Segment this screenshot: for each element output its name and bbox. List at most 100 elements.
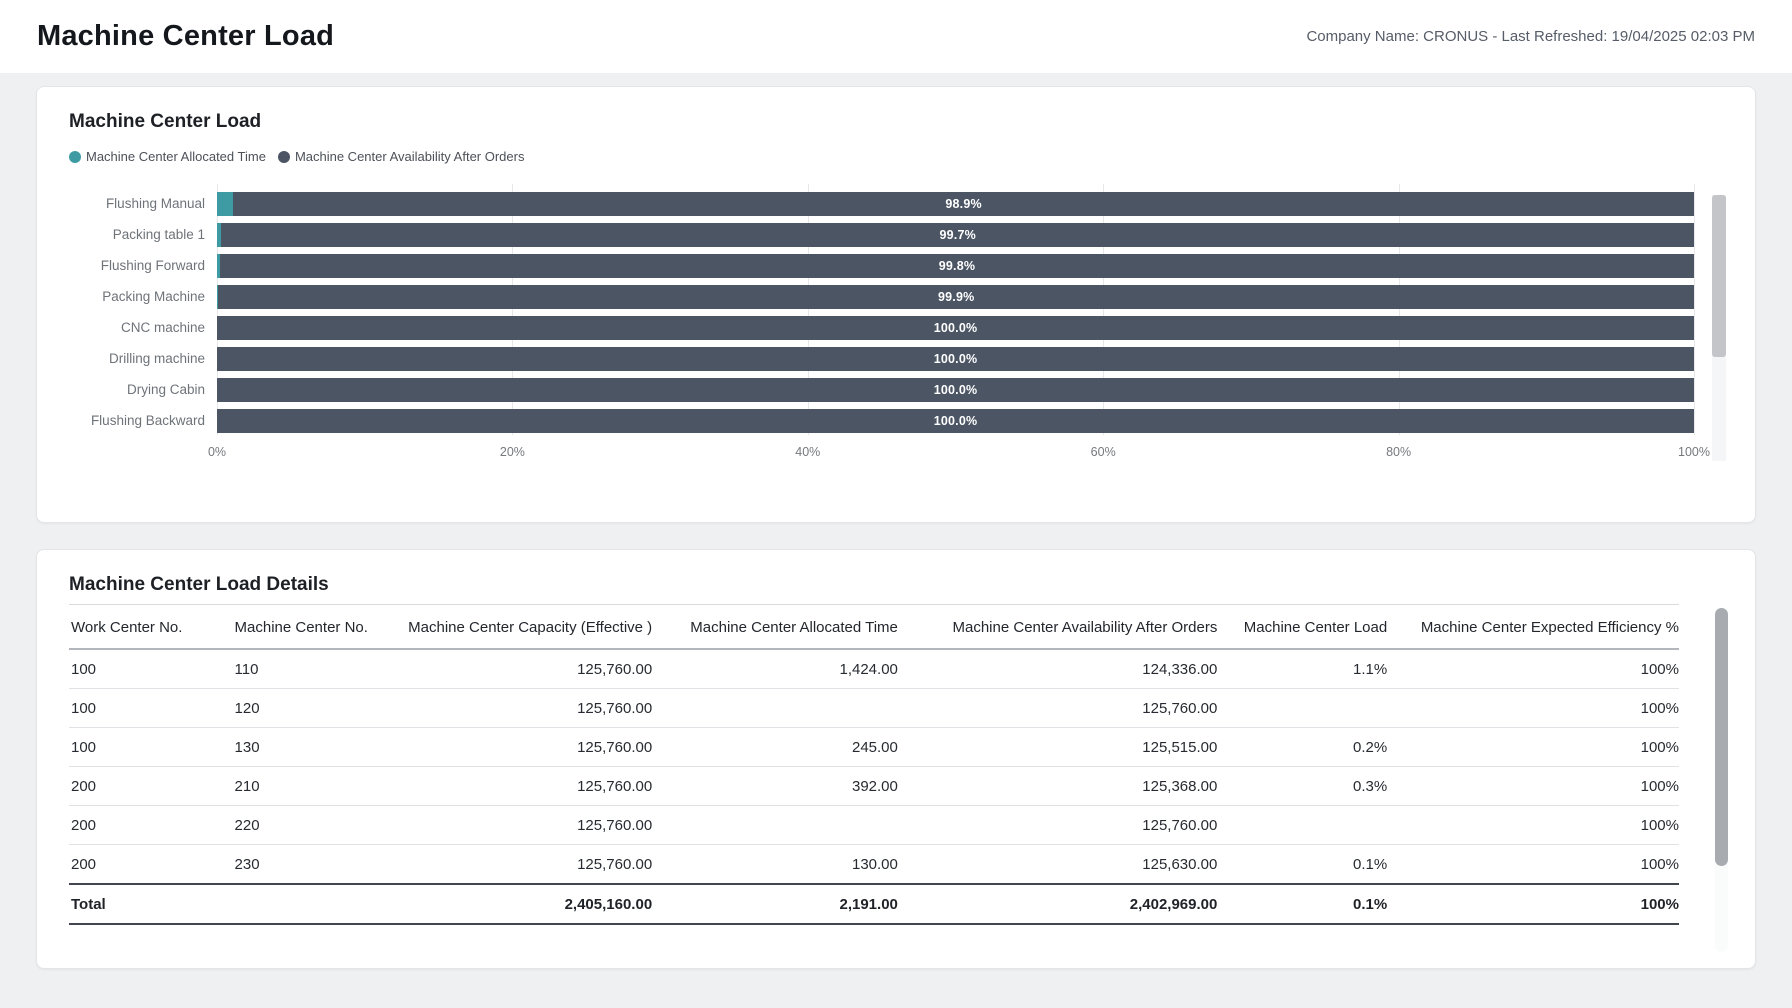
company-refresh-info: Company Name: CRONUS - Last Refreshed: 1… bbox=[1306, 28, 1755, 45]
page-title: Machine Center Load bbox=[37, 20, 334, 53]
cell: 210 bbox=[219, 767, 391, 806]
bar-data-label: 98.9% bbox=[945, 197, 981, 211]
cell: 100% bbox=[1387, 689, 1679, 728]
cell bbox=[1217, 689, 1387, 728]
column-header[interactable]: Machine Center Availability After Orders bbox=[898, 605, 1217, 650]
chart-bar-row: Flushing Manual 98.9% bbox=[69, 192, 1694, 216]
chart-bar-row: Packing Machine99.9% bbox=[69, 285, 1694, 309]
legend-item[interactable]: Machine Center Availability After Orders bbox=[278, 149, 525, 164]
cell: 100% bbox=[1387, 767, 1679, 806]
bar-track: 99.9% bbox=[217, 285, 1694, 309]
cell bbox=[652, 689, 898, 728]
cell: 230 bbox=[219, 845, 391, 885]
chart-bar-row: CNC machine100.0% bbox=[69, 316, 1694, 340]
table-row: 200220125,760.00125,760.00100% bbox=[69, 806, 1679, 845]
availability-segment[interactable]: 100.0% bbox=[217, 409, 1694, 433]
availability-segment[interactable]: 100.0% bbox=[217, 316, 1694, 340]
chart-bar-row: Flushing Forward 99.8% bbox=[69, 254, 1694, 278]
cell: 100% bbox=[1387, 806, 1679, 845]
cell: 120 bbox=[219, 689, 391, 728]
cell: 125,760.00 bbox=[898, 689, 1217, 728]
cell: 130.00 bbox=[652, 845, 898, 885]
cell: 200 bbox=[69, 806, 219, 845]
cell bbox=[1217, 806, 1387, 845]
allocated-time-segment[interactable] bbox=[217, 192, 233, 216]
table-row: 200230125,760.00130.00125,630.000.1%100% bbox=[69, 845, 1679, 885]
table-row: 100110125,760.001,424.00124,336.001.1%10… bbox=[69, 649, 1679, 689]
column-header[interactable]: Machine Center Load bbox=[1217, 605, 1387, 650]
column-header[interactable]: Machine Center Expected Efficiency % bbox=[1387, 605, 1679, 650]
table-card: Machine Center Load Details Work Center … bbox=[36, 549, 1756, 969]
chart-card: Machine Center Load Machine Center Alloc… bbox=[36, 86, 1756, 523]
availability-segment[interactable]: 100.0% bbox=[217, 378, 1694, 402]
column-header[interactable]: Machine Center Capacity (Effective ) bbox=[390, 605, 652, 650]
availability-segment[interactable]: 99.8% bbox=[220, 254, 1694, 278]
cell: 245.00 bbox=[652, 728, 898, 767]
cell: 100 bbox=[69, 649, 219, 689]
availability-segment[interactable]: 98.9% bbox=[233, 192, 1694, 216]
x-axis-tick-label: 20% bbox=[500, 445, 525, 459]
legend-item[interactable]: Machine Center Allocated Time bbox=[69, 149, 266, 164]
cell: 0.1% bbox=[1217, 845, 1387, 885]
x-axis-tick-label: 60% bbox=[1091, 445, 1116, 459]
cell: 1.1% bbox=[1217, 649, 1387, 689]
chart-scrollbar[interactable] bbox=[1712, 195, 1726, 461]
cell: 0.3% bbox=[1217, 767, 1387, 806]
details-table-wrap: Work Center No.Machine Center No.Machine… bbox=[69, 604, 1723, 925]
cell: 100% bbox=[1387, 728, 1679, 767]
bar-track: 100.0% bbox=[217, 316, 1694, 340]
table-scrollbar-thumb[interactable] bbox=[1715, 608, 1728, 866]
chart-bar-row: Flushing Backward 100.0% bbox=[69, 409, 1694, 433]
total-cell: 100% bbox=[1387, 884, 1679, 924]
chart-bar-row: Drilling machine 100.0% bbox=[69, 347, 1694, 371]
total-cell bbox=[219, 884, 391, 924]
cell: 220 bbox=[219, 806, 391, 845]
category-label: Flushing Backward bbox=[69, 409, 217, 433]
cell: 125,368.00 bbox=[898, 767, 1217, 806]
availability-segment[interactable]: 99.9% bbox=[218, 285, 1694, 309]
table-header-row: Work Center No.Machine Center No.Machine… bbox=[69, 605, 1679, 650]
availability-segment[interactable]: 99.7% bbox=[221, 223, 1694, 247]
legend-dot-icon bbox=[69, 151, 81, 163]
bar-track: 98.9% bbox=[217, 192, 1694, 216]
total-cell: 2,405,160.00 bbox=[390, 884, 652, 924]
cell: 125,515.00 bbox=[898, 728, 1217, 767]
bar-track: 100.0% bbox=[217, 347, 1694, 371]
chart-legend: Machine Center Allocated Time Machine Cen… bbox=[69, 149, 1723, 164]
cell: 125,760.00 bbox=[390, 806, 652, 845]
table-row: 100130125,760.00245.00125,515.000.2%100% bbox=[69, 728, 1679, 767]
cell: 100% bbox=[1387, 845, 1679, 885]
x-axis-ticks: 0%20%40%60%80%100% bbox=[217, 445, 1694, 467]
total-cell: 2,402,969.00 bbox=[898, 884, 1217, 924]
chart-scrollbar-thumb[interactable] bbox=[1712, 195, 1726, 357]
bar-data-label: 100.0% bbox=[934, 352, 978, 366]
cell: 125,760.00 bbox=[898, 806, 1217, 845]
chart-bar-row: Drying Cabin100.0% bbox=[69, 378, 1694, 402]
category-label: Drilling machine bbox=[69, 347, 217, 371]
cell: 100 bbox=[69, 689, 219, 728]
category-label: Flushing Forward bbox=[69, 254, 217, 278]
bar-data-label: 100.0% bbox=[934, 321, 978, 335]
cell: 100% bbox=[1387, 649, 1679, 689]
legend-label: Machine Center Availability After Orders bbox=[295, 149, 525, 164]
column-header[interactable]: Machine Center Allocated Time bbox=[652, 605, 898, 650]
total-cell: 2,191.00 bbox=[652, 884, 898, 924]
cell: 124,336.00 bbox=[898, 649, 1217, 689]
bar-track: 99.7% bbox=[217, 223, 1694, 247]
x-axis-tick-label: 80% bbox=[1386, 445, 1411, 459]
cell: 125,760.00 bbox=[390, 649, 652, 689]
gridline bbox=[1694, 184, 1695, 435]
cell: 110 bbox=[219, 649, 391, 689]
cell: 1,424.00 bbox=[652, 649, 898, 689]
column-header[interactable]: Work Center No. bbox=[69, 605, 219, 650]
bar-data-label: 100.0% bbox=[934, 414, 978, 428]
column-header[interactable]: Machine Center No. bbox=[219, 605, 391, 650]
cell: 125,760.00 bbox=[390, 767, 652, 806]
table-scrollbar[interactable] bbox=[1715, 608, 1728, 952]
category-label: Flushing Manual bbox=[69, 192, 217, 216]
category-label: Packing Machine bbox=[69, 285, 217, 309]
total-cell: 0.1% bbox=[1217, 884, 1387, 924]
cell: 125,630.00 bbox=[898, 845, 1217, 885]
availability-segment[interactable]: 100.0% bbox=[217, 347, 1694, 371]
bar-data-label: 99.8% bbox=[939, 259, 975, 273]
